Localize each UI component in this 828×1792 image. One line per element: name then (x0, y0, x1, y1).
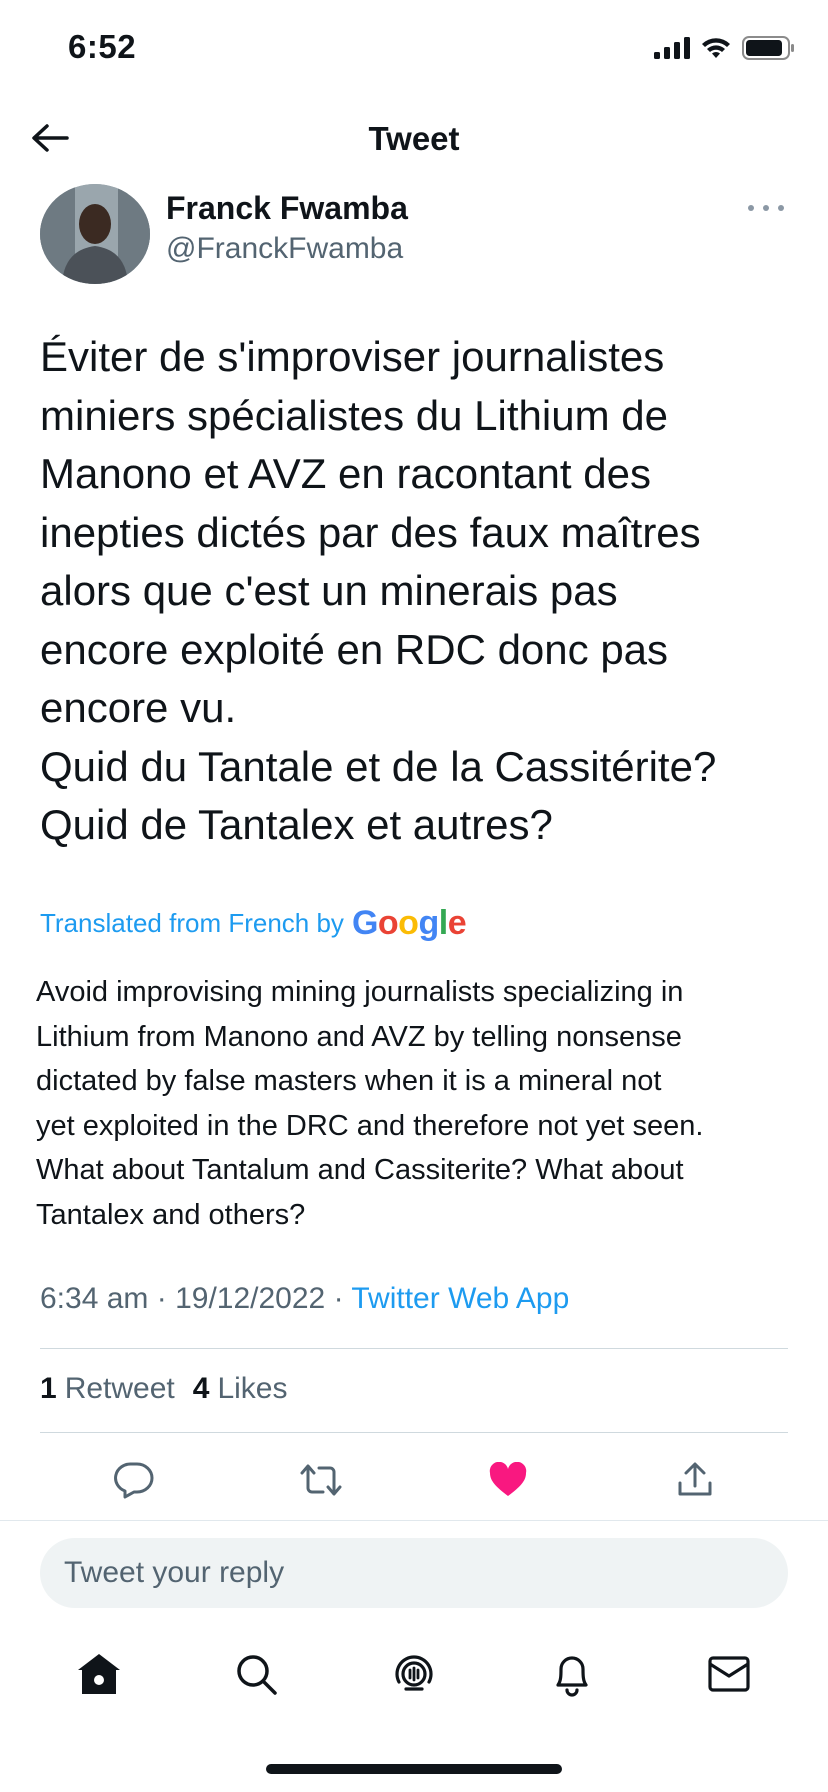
comment-icon (113, 1462, 153, 1499)
like-button[interactable] (484, 1456, 532, 1504)
status-time: 6:52 (68, 28, 137, 65)
page-title: Tweet (368, 120, 460, 157)
more-button[interactable] (748, 196, 784, 220)
meta-separator: · (333, 1282, 344, 1315)
avatar-image (40, 184, 150, 284)
likes-stat[interactable]: 4 Likes (193, 1372, 288, 1406)
author-handle[interactable]: @FranckFwamba (166, 232, 403, 266)
tab-notifications[interactable] (542, 1644, 602, 1704)
retweet-button[interactable] (297, 1456, 345, 1504)
google-logo: Google (351, 904, 467, 942)
more-horizontal-icon (778, 205, 784, 211)
tab-bar (0, 1642, 828, 1706)
divider (0, 1520, 828, 1521)
share-button[interactable] (671, 1456, 719, 1504)
more-horizontal-icon (748, 205, 754, 211)
tweet-meta: 6:34 am · 19/12/2022 · Twitter Web App (40, 1282, 569, 1316)
share-icon (678, 1462, 711, 1496)
divider (40, 1432, 788, 1433)
tweet-date[interactable]: 19/12/2022 (175, 1282, 325, 1315)
translation-text: Avoid improvising mining journalists spe… (36, 976, 704, 1231)
reply-input[interactable]: Tweet your reply (40, 1538, 788, 1608)
avatar[interactable] (40, 184, 150, 284)
retweets-label: Retweet (64, 1372, 175, 1405)
likes-label: Likes (217, 1372, 288, 1405)
divider (40, 1348, 788, 1349)
status-icons (654, 36, 796, 60)
heart-filled-icon (489, 1462, 526, 1496)
retweets-count: 1 (40, 1372, 57, 1405)
home-indicator (266, 1764, 562, 1774)
wifi-icon (702, 38, 730, 58)
tweet-source[interactable]: Twitter Web App (351, 1282, 569, 1315)
meta-separator: · (156, 1282, 167, 1315)
author-name[interactable]: Franck Fwamba (166, 190, 408, 227)
retweet-icon (300, 1464, 341, 1496)
bell-icon (555, 1656, 588, 1697)
retweets-stat[interactable]: 1 Retweet (40, 1372, 175, 1406)
translated-label: Translated from French by (40, 908, 344, 938)
translation-attribution[interactable]: Translated from French by Google (40, 904, 467, 943)
tab-search[interactable] (226, 1644, 286, 1704)
more-horizontal-icon (763, 205, 769, 211)
tweet-stats: 1 Retweet 4 Likes (40, 1372, 287, 1406)
tab-spaces[interactable] (384, 1644, 444, 1704)
reply-placeholder: Tweet your reply (64, 1556, 285, 1589)
reply-button[interactable] (110, 1456, 158, 1504)
spaces-icon (395, 1655, 433, 1691)
tab-home[interactable] (69, 1644, 129, 1704)
tweet-actions (40, 1456, 788, 1504)
mail-icon (708, 1656, 750, 1692)
tab-messages[interactable] (699, 1644, 759, 1704)
search-icon (237, 1655, 278, 1695)
tweet-time[interactable]: 6:34 am (40, 1282, 148, 1315)
home-icon (77, 1654, 120, 1694)
tweet-text: Éviter de s'improviser journalistes mini… (40, 333, 717, 848)
likes-count: 4 (192, 1372, 210, 1405)
battery-icon (742, 36, 794, 60)
signal-icon (654, 37, 690, 59)
